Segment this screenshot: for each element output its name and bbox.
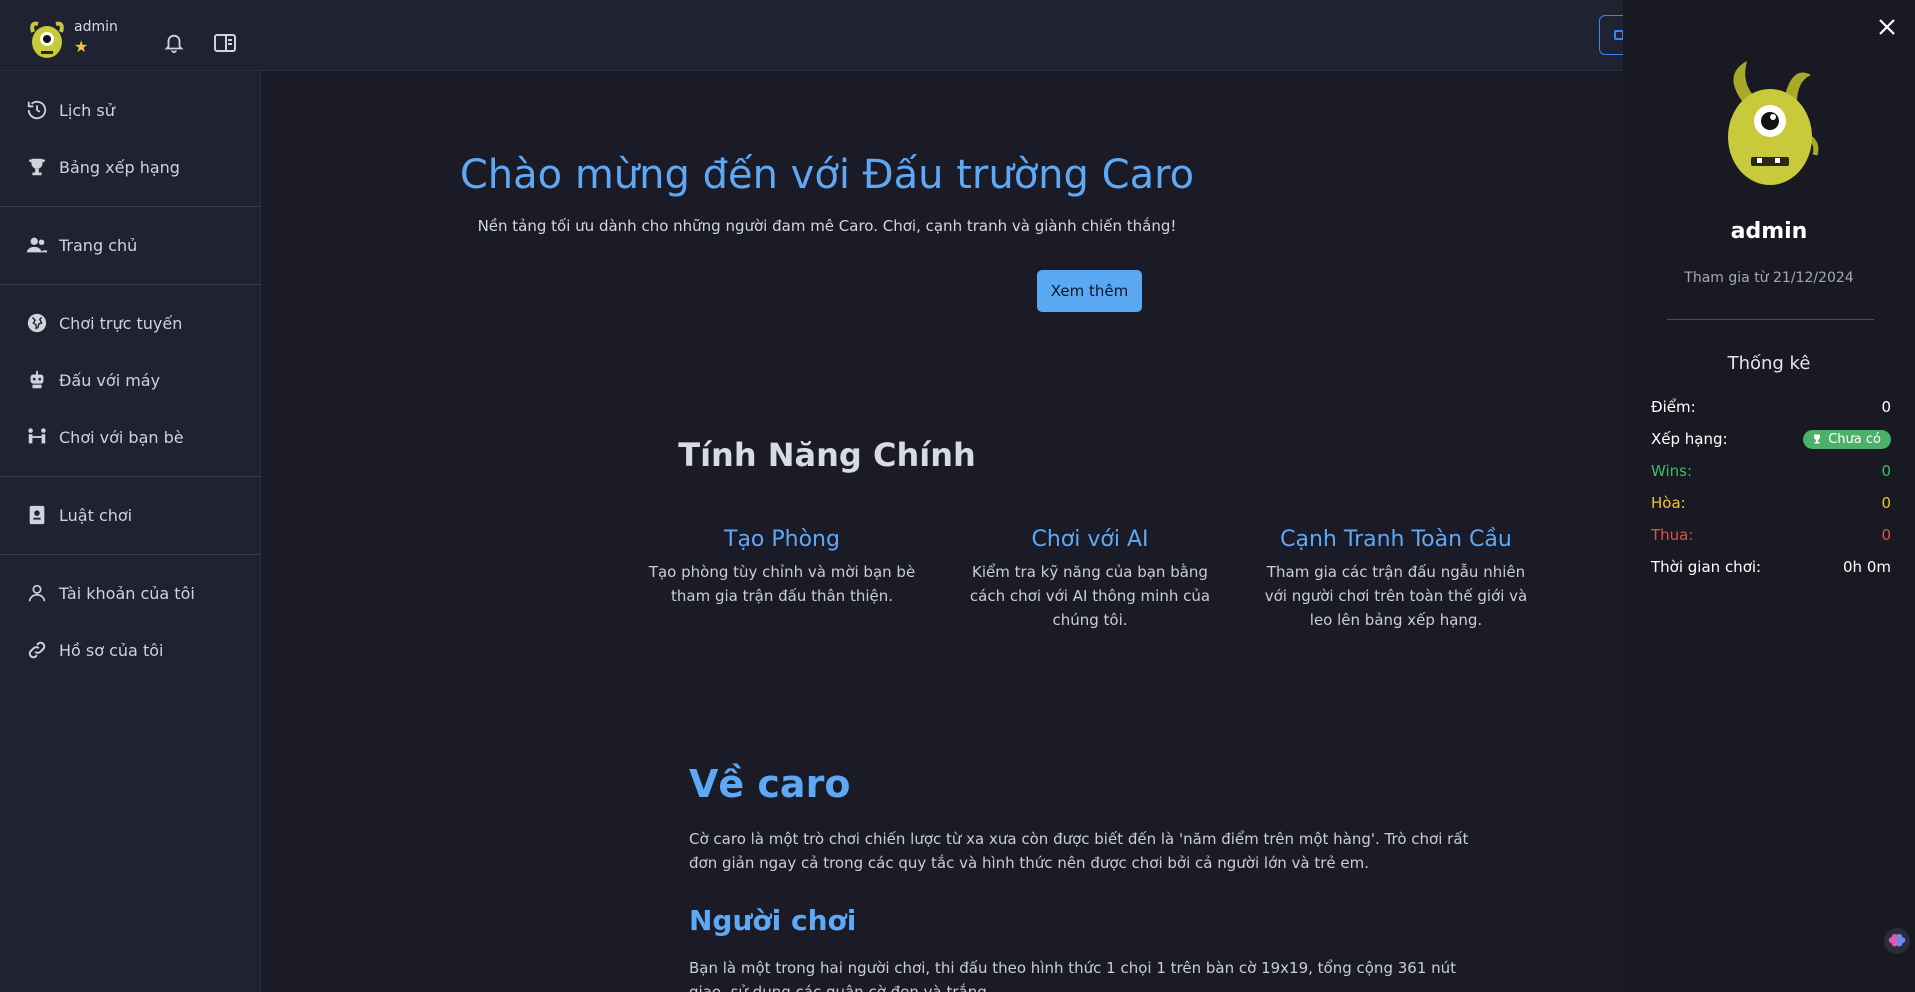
feature-card: Cạnh Tranh Toàn Cầu Tham gia các trận đấ… — [1261, 527, 1531, 632]
avatar-large — [1728, 61, 1819, 185]
stat-label: Điểm: — [1651, 398, 1696, 416]
stat-label: Xếp hạng: — [1651, 430, 1728, 448]
stat-draws: Hòa: 0 — [1651, 492, 1891, 514]
history-icon — [27, 100, 47, 120]
stat-label: Wins: — [1651, 462, 1693, 480]
sidebar-item-label: Lịch sử — [59, 100, 115, 120]
sidebar-item-profile[interactable]: Hồ sơ của tôi — [0, 625, 261, 675]
stat-rank: Xếp hạng: Chưa có — [1651, 428, 1891, 450]
rulebook-icon — [29, 505, 45, 525]
brain-icon[interactable] — [1884, 928, 1910, 954]
stat-label: Hòa: — [1651, 494, 1686, 512]
sidebar-item-rules[interactable]: Luật chơi — [0, 490, 261, 540]
sidebar-item-online[interactable]: Chơi trực tuyến — [0, 298, 261, 348]
robot-icon — [30, 370, 44, 389]
about-text: Cờ caro là một trò chơi chiến lược từ xa… — [689, 830, 1469, 872]
sidebar-item-label: Hồ sơ của tôi — [59, 640, 164, 660]
panel-toggle-icon[interactable] — [213, 32, 237, 54]
stat-value: 0 — [1881, 398, 1891, 416]
main-content: Chào mừng đến với Đấu trường Caro Nền tả… — [262, 72, 1623, 992]
features-title: Tính Năng Chính — [678, 436, 976, 474]
sidebar-item-history[interactable]: Lịch sử — [0, 85, 261, 135]
stat-value: 0 — [1881, 462, 1891, 480]
players-title: Người chơi — [689, 904, 857, 937]
stat-wins: Wins: 0 — [1651, 460, 1891, 482]
feature-desc: Tham gia các trận đấu ngẫu nhiên với ngư… — [1264, 563, 1528, 629]
star-icon: ★ — [74, 37, 89, 56]
hero-title: Chào mừng đến với Đấu trường Caro — [459, 152, 1195, 198]
stat-playtime: Thời gian chơi: 0h 0m — [1651, 556, 1891, 578]
sidebar-item-label: Bảng xếp hạng — [59, 157, 180, 177]
sidebar-item-label: Đấu với máy — [59, 370, 161, 390]
rank-value: Chưa có — [1828, 431, 1881, 447]
sidebar-divider — [0, 476, 261, 477]
sidebar-item-label: Luật chơi — [59, 505, 133, 525]
sidebar: Lịch sử Bảng xếp hạng Trang chủ Chơi trự… — [0, 71, 261, 992]
feature-title: Cạnh Tranh Toàn Cầu — [1280, 527, 1512, 552]
join-date: Tham gia từ 21/12/2024 — [1684, 270, 1854, 286]
user-icon — [28, 584, 46, 602]
stat-label: Thua: — [1651, 526, 1694, 544]
profile-name: admin — [1730, 219, 1808, 244]
close-icon[interactable] — [1876, 16, 1898, 38]
about-title: Về caro — [689, 762, 851, 806]
sidebar-item-label: Tài khoản của tôi — [59, 583, 195, 603]
link-icon — [28, 641, 46, 659]
sidebar-item-vs-computer[interactable]: Đấu với máy — [0, 355, 261, 405]
stats-title: Thống kê — [1727, 353, 1811, 374]
sidebar-item-label: Chơi với bạn bè — [59, 427, 184, 447]
sidebar-divider — [0, 284, 261, 285]
feature-desc: Kiểm tra kỹ năng của bạn bằng cách chơi … — [969, 563, 1211, 629]
sidebar-item-home[interactable]: Trang chủ — [0, 220, 261, 270]
see-more-button[interactable]: Xem thêm — [1037, 270, 1142, 312]
stat-losses: Thua: 0 — [1651, 524, 1891, 546]
stat-value: 0h 0m — [1843, 558, 1891, 576]
feature-title: Tạo Phòng — [724, 527, 840, 552]
sidebar-divider — [0, 554, 261, 555]
top-bar: admin ★ — [0, 0, 1639, 71]
trophy-icon — [28, 158, 46, 176]
feature-card: Chơi với AI Kiểm tra kỹ năng của bạn bằn… — [955, 527, 1225, 632]
stat-points: Điểm: 0 — [1651, 396, 1891, 418]
sidebar-item-label: Trang chủ — [59, 235, 138, 255]
sidebar-item-label: Chơi trực tuyến — [59, 313, 183, 333]
users-icon — [26, 237, 48, 253]
friends-icon — [28, 428, 46, 444]
sidebar-item-leaderboard[interactable]: Bảng xếp hạng — [0, 142, 261, 192]
bell-icon[interactable] — [163, 32, 185, 54]
sidebar-item-friends[interactable]: Chơi với bạn bè — [0, 412, 261, 462]
feature-desc: Tạo phòng tùy chỉnh và mời bạn bè tham g… — [648, 563, 916, 605]
profile-divider — [1667, 319, 1874, 320]
user-menu[interactable]: admin ★ — [28, 18, 118, 60]
avatar — [30, 21, 64, 58]
globe-icon — [27, 313, 47, 333]
feature-card: Tạo Phòng Tạo phòng tùy chỉnh và mời bạn… — [647, 527, 917, 608]
sidebar-divider — [0, 206, 261, 207]
trophy-icon — [1814, 434, 1821, 444]
stat-value: 0 — [1881, 494, 1891, 512]
username: admin — [74, 19, 118, 35]
hero-subtitle: Nền tảng tối ưu dành cho những người đam… — [477, 217, 1177, 235]
rank-badge: Chưa có — [1803, 429, 1891, 449]
sidebar-item-account[interactable]: Tài khoản của tôi — [0, 568, 261, 618]
stat-value: 0 — [1881, 526, 1891, 544]
feature-title: Chơi với AI — [1031, 527, 1149, 552]
stat-label: Thời gian chơi: — [1651, 558, 1762, 576]
players-text: Bạn là một trong hai người chơi, thi đấu… — [689, 959, 1457, 992]
